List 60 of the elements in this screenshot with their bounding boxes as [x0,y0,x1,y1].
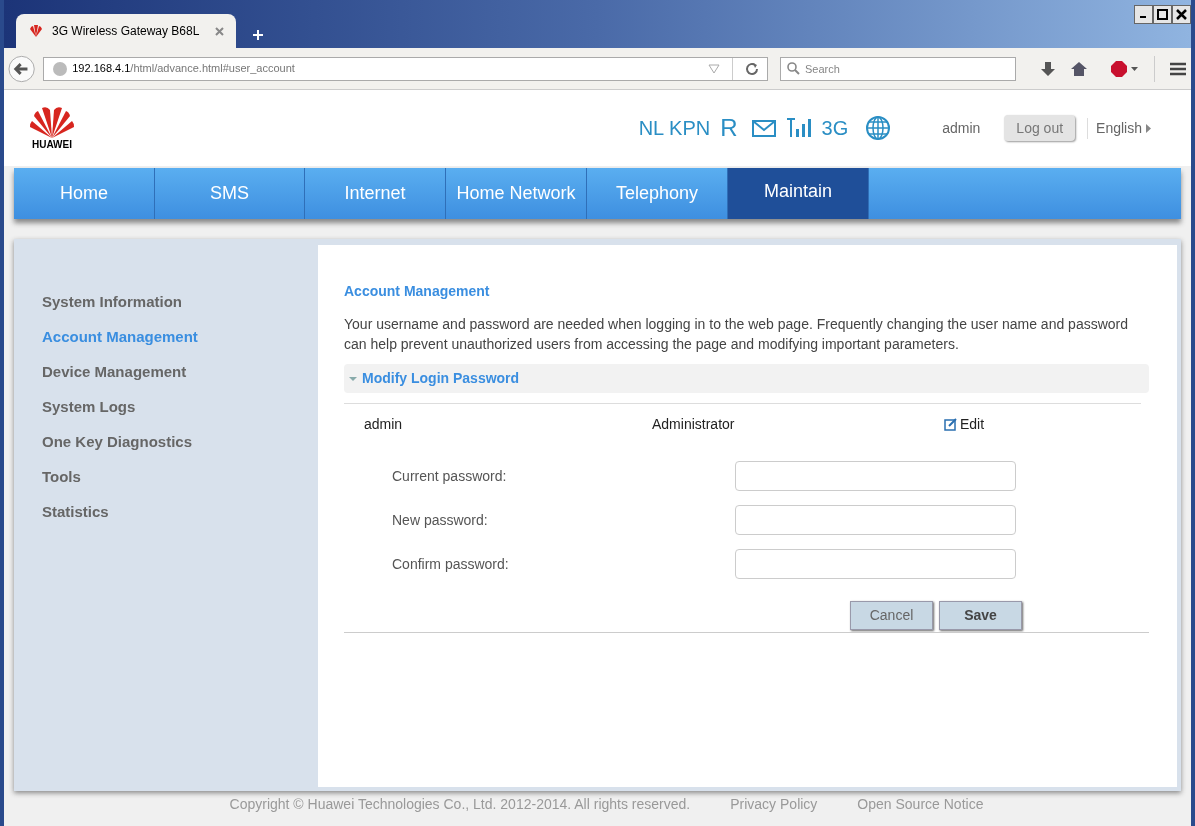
sidebar-item[interactable]: One Key Diagnostics [42,431,318,449]
password-field[interactable] [735,549,1016,579]
mail-icon[interactable] [751,119,776,137]
maximize-window-icon[interactable] [1153,5,1172,24]
username: admin [942,118,981,138]
sidebar-item[interactable]: System Information [42,291,318,309]
nav-tab[interactable]: Internet [305,168,446,219]
primary-button[interactable]: Save [939,601,1022,630]
logo-icon [29,106,75,138]
url-text: 192.168.4.1/html/advance.html#user_account [72,61,296,77]
logout-button[interactable]: Log out [1004,115,1076,141]
field-label: New password: [391,510,489,530]
account-name: admin [364,414,404,434]
caret-icon [1146,123,1151,133]
sidebar-item[interactable]: Statistics [42,501,318,519]
edit-button[interactable]: Edit [944,413,985,435]
footer-link[interactable]: Privacy Policy [730,794,818,815]
footer-link[interactable]: Open Source Notice [857,794,984,815]
field-label: Confirm password: [391,554,510,574]
adblock-icon[interactable] [1110,59,1140,78]
nav-tab[interactable]: Home Network [446,168,587,219]
sidebar-item[interactable]: System Logs [42,396,318,414]
operator-name: NL KPN [638,116,711,141]
minimize-window-icon[interactable] [1134,5,1153,24]
signal-icon [785,118,812,138]
close-icon[interactable] [215,26,224,36]
logo-text: HUAWEI [32,140,72,150]
network-type: 3G [821,116,849,141]
search-icon [787,62,800,75]
roaming-indicator: R [720,113,738,143]
browser-tab[interactable]: 3G Wireless Gateway B68L [16,14,236,48]
section-title: Account Management [344,282,491,301]
close-window-icon[interactable] [1172,5,1191,24]
sidebar-item[interactable]: Tools [42,466,318,484]
field-label: Current password: [391,466,508,486]
nav-tab[interactable]: Maintain [728,168,869,219]
copyright-text: Copyright © Huawei Technologies Co., Ltd. 2012-2014. All rights reserved. [229,795,691,814]
address-bar[interactable]: 192.168.4.1/html/advance.html#user_account [43,56,768,81]
edit-icon [944,417,958,431]
nav-tab[interactable]: SMS [155,168,305,219]
secondary-button[interactable]: Cancel [850,601,933,630]
language-selector[interactable]: English [1087,117,1151,139]
password-field[interactable] [735,505,1016,535]
tab-title: 3G Wireless Gateway B68L [52,23,201,40]
description-text: Your username and password are needed when logging in to the web page. Frequently changing the user name and password can help prevent unauthorized users from accessing the page and modifying important parameters. [344,315,1129,354]
sidebar-item[interactable]: Device Management [42,361,318,379]
reload-icon[interactable] [745,61,759,76]
panel-title: Modify Login Password [362,369,520,388]
back-icon[interactable] [8,54,36,83]
search-field[interactable]: Search [780,57,1016,81]
nav-tab[interactable]: Home [14,168,155,219]
password-field[interactable] [735,461,1016,491]
logo-icon [28,25,44,37]
sidebar-item[interactable]: Account Management [42,326,318,344]
menu-icon[interactable] [1169,61,1187,76]
home-icon[interactable] [1070,60,1088,77]
panel-header[interactable]: Modify Login Password [344,364,1149,393]
new-tab-icon[interactable] [252,29,264,41]
account-role: Administrator [652,414,736,434]
download-icon[interactable] [1040,60,1056,77]
